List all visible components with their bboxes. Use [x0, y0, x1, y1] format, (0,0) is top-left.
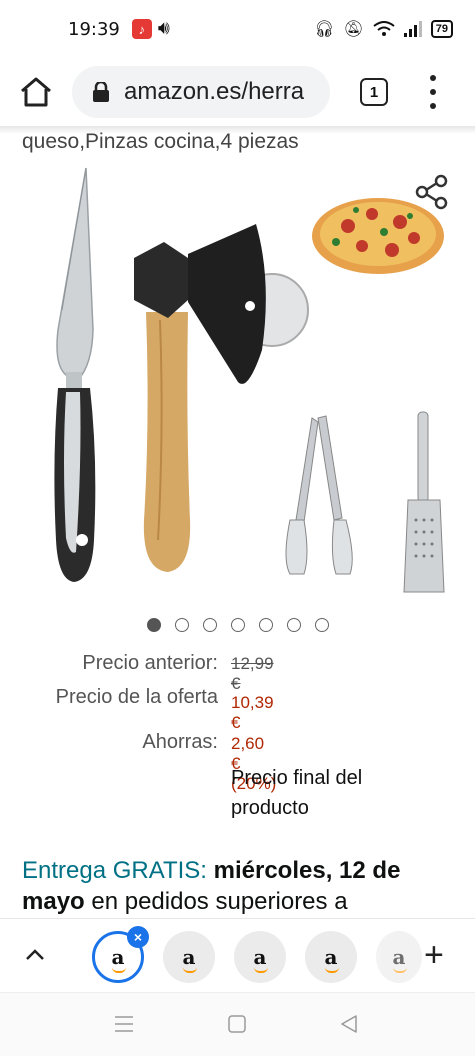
price-deal-value: 10,39 € — [231, 693, 274, 732]
new-tab-button[interactable]: + — [424, 938, 444, 972]
home-icon[interactable] — [18, 74, 54, 110]
address-bar[interactable]: amazon.es/herra — [72, 66, 330, 118]
carousel-dot[interactable] — [230, 618, 245, 632]
open-tab-amazon[interactable]: a — [305, 931, 357, 983]
wifi-icon — [373, 21, 395, 36]
open-tab-amazon[interactable]: a — [234, 931, 286, 983]
delivery-info: Entrega GRATIS: miércoles, 12 de mayo en… — [22, 855, 462, 917]
final-price-note: Precio final del producto — [231, 763, 362, 823]
open-tab-amazon[interactable]: a × — [92, 926, 149, 983]
amazon-logo-icon: a — [182, 945, 197, 973]
amazon-logo-icon: a — [111, 945, 126, 973]
amazon-logo-icon: a — [253, 945, 268, 973]
image-carousel-dots — [0, 618, 475, 632]
pie-server-image — [54, 167, 96, 582]
url-text: amazon.es/herra — [124, 78, 305, 105]
price-deal-label: Precio de la oferta — [55, 686, 218, 708]
mute-bell-icon: 🔕︎ — [343, 21, 364, 38]
price-previous-value: 12,99 € — [231, 654, 274, 693]
carousel-dot[interactable] — [314, 618, 329, 632]
delivery-condition: en pedidos superiores a — [91, 888, 348, 915]
amazon-logo-icon: a — [324, 945, 339, 973]
carousel-dot[interactable] — [146, 618, 161, 632]
product-image[interactable] — [0, 160, 475, 600]
tab-strip: a × a a a a + — [0, 918, 475, 992]
amazon-logo-icon: a — [392, 945, 407, 973]
status-time: 19:39 — [68, 18, 120, 40]
open-tab-amazon[interactable]: a — [376, 931, 422, 983]
system-nav-bar — [0, 992, 475, 1056]
lock-icon — [93, 82, 109, 102]
open-tab-amazon[interactable]: a — [163, 931, 215, 983]
axe-pizza-cutter-image — [134, 224, 309, 572]
price-previous-label: Precio anterior: — [82, 652, 218, 674]
music-app-icon: ♪ — [131, 19, 152, 39]
carousel-dot[interactable] — [258, 618, 273, 632]
tab-switcher-button[interactable]: 1 — [360, 78, 388, 106]
signal-icon — [403, 21, 422, 37]
kitchen-tongs-image — [285, 415, 353, 575]
recent-apps-icon[interactable] — [114, 1015, 134, 1033]
battery-icon: 79 — [430, 20, 453, 38]
cheese-grater-image — [403, 411, 445, 593]
close-tab-icon[interactable]: × — [127, 926, 149, 948]
product-title: queso,Pinzas cocina,4 piezas — [22, 130, 299, 153]
overflow-menu-icon[interactable] — [424, 75, 442, 109]
carousel-dot[interactable] — [286, 618, 301, 632]
final-price-note-line2: producto — [231, 797, 309, 819]
carousel-dot[interactable] — [202, 618, 217, 632]
back-nav-icon[interactable] — [340, 1015, 358, 1033]
browser-toolbar: amazon.es/herra 1 — [0, 58, 475, 126]
volume-icon: 🔊︎ — [157, 18, 170, 39]
final-price-note-line1: Precio final del — [231, 767, 363, 789]
free-delivery-link[interactable]: Entrega GRATIS: — [22, 857, 207, 884]
status-icons: 🎧︎ 🔕︎ 79 — [314, 19, 453, 39]
chevron-up-icon[interactable] — [22, 945, 48, 965]
delivery-date-cont: mayo — [22, 888, 85, 915]
carousel-dot[interactable] — [174, 618, 189, 632]
home-nav-icon[interactable] — [228, 1015, 246, 1033]
status-bar: 19:39 ♪ 🔊︎ 🎧︎ 🔕︎ 79 — [0, 0, 475, 58]
delivery-date: miércoles, 12 de — [213, 857, 401, 884]
headphones-icon: 🎧︎ — [314, 21, 335, 38]
price-savings-label: Ahorras: — [142, 731, 218, 753]
share-icon[interactable] — [414, 174, 450, 210]
